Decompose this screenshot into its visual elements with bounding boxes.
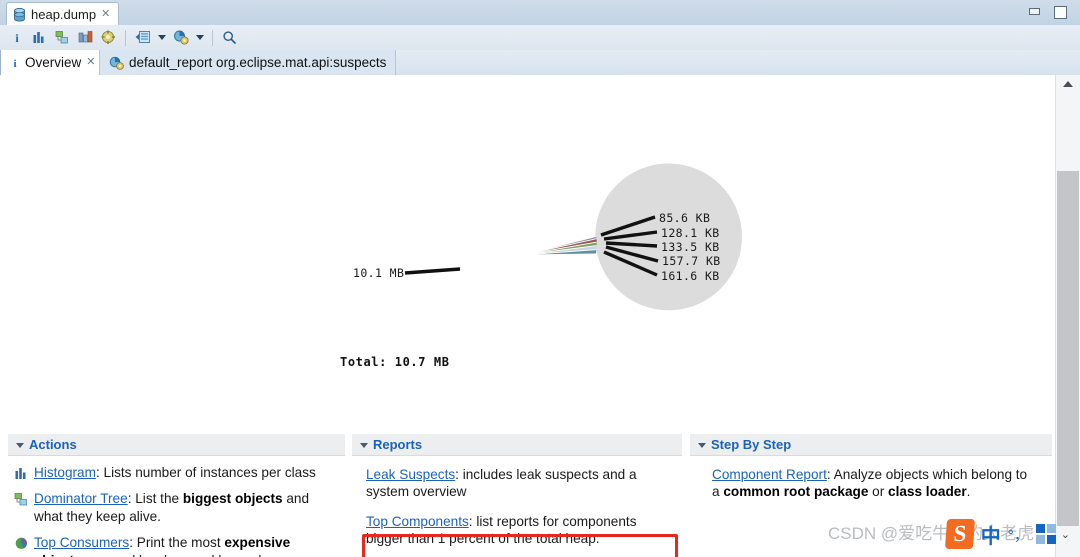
tab-default-report-label: default_report org.eclipse.mat.api:suspe… [129, 55, 387, 70]
list-item-desc-a: : Print the most [129, 535, 225, 551]
run-report-dropdown-icon[interactable] [193, 27, 206, 48]
scrollbar-thumb[interactable] [1057, 171, 1079, 526]
close-icon[interactable]: ✕ [101, 9, 110, 20]
panel-reports: Reports Leak Suspects: includes leak sus… [352, 434, 682, 557]
ime-mode-chinese[interactable]: 中 [981, 520, 1001, 549]
panel-actions-title: Actions [29, 437, 77, 452]
pie-label-1: 85.6 KB [659, 211, 710, 225]
open-query-browser-icon[interactable] [132, 27, 153, 48]
window-tab-label: heap.dump [31, 7, 97, 22]
list-item-text: Top Components: list reports for compone… [366, 513, 676, 548]
list-item[interactable]: Top Consumers: Print the most expensive … [14, 534, 339, 557]
histogram-icon[interactable] [29, 27, 50, 48]
minimize-button[interactable] [1026, 4, 1043, 19]
panel-step-by-step-body: Component Report: Analyze objects which … [690, 456, 1052, 501]
list-item-desc: : Lists number of instances per class [95, 465, 316, 480]
link-leak-suspects[interactable]: Leak Suspects [366, 467, 455, 482]
info-icon[interactable]: i [6, 27, 27, 48]
pie-label-3: 133.5 KB [661, 240, 720, 254]
duplicate-classes-icon[interactable] [98, 27, 119, 48]
maximize-button[interactable] [1051, 4, 1068, 19]
chevron-down-icon[interactable] [16, 443, 24, 448]
link-histogram[interactable]: Histogram [34, 465, 96, 480]
link-component-report[interactable]: Component Report [712, 467, 827, 482]
list-item-desc-bold: biggest objects [182, 491, 283, 507]
ime-punctuation-toggle[interactable]: °， [1008, 524, 1029, 545]
top-consumers-icon[interactable] [75, 27, 96, 48]
pie-label-4: 157.7 KB [662, 254, 721, 268]
link-top-consumers[interactable]: Top Consumers [34, 535, 129, 550]
list-item-desc-bold-b: class loader [888, 484, 967, 500]
top-consumers-icon [14, 536, 29, 551]
toolbar-separator-2 [212, 29, 213, 46]
dominator-tree-icon[interactable] [52, 27, 73, 48]
search-icon[interactable] [219, 27, 240, 48]
panel-step-by-step-title: Step By Step [711, 437, 792, 452]
list-item-desc-b: or [868, 484, 889, 500]
chevron-down-icon[interactable] [698, 443, 706, 448]
tab-default-report[interactable]: default_report org.eclipse.mat.api:suspe… [99, 50, 397, 75]
list-item-text: Top Consumers: Print the most expensive … [34, 534, 339, 557]
scroll-up-arrow-icon[interactable] [1056, 75, 1079, 93]
tab-overview-close-icon[interactable]: ✕ [86, 57, 95, 68]
heap-pie-chart: 10.1 MB 85.6 KB 128.1 KB 133.5 KB 157.7 … [0, 75, 1056, 369]
editor-tab-row: i Overview ✕ default_report org.eclipse.… [0, 50, 1080, 76]
main-toolbar: i [0, 25, 1080, 51]
sogou-logo-icon[interactable]: S [944, 519, 975, 549]
list-item[interactable]: Dominator Tree: List the biggest objects… [14, 490, 339, 525]
eclipse-mat-window: heap.dump ✕ i i Overview ✕ default_repor… [0, 0, 1080, 557]
list-item-text: Histogram: Lists number of instances per… [34, 464, 316, 481]
list-item-text: Dominator Tree: List the biggest objects… [34, 490, 339, 525]
toolbar-separator-1 [125, 29, 126, 46]
panel-step-by-step-header[interactable]: Step By Step [690, 434, 1052, 456]
panel-reports-title: Reports [373, 437, 423, 452]
list-item[interactable]: Top Components: list reports for compone… [366, 513, 676, 548]
list-item-text: Component Report: Analyze objects which … [712, 466, 1038, 501]
pie-label-main: 10.1 MB [353, 266, 404, 280]
heap-dump-icon [14, 7, 25, 21]
chevron-down-icon[interactable] [360, 443, 368, 448]
query-browser-dropdown-icon[interactable] [155, 27, 168, 48]
list-item-desc-bold-a: common root package [723, 484, 869, 500]
panel-actions: Actions Histogram: Lists number of insta… [8, 434, 345, 557]
link-dominator-tree[interactable]: Dominator Tree [34, 491, 128, 506]
svg-text:i: i [15, 31, 19, 45]
link-top-components[interactable]: Top Components [366, 514, 469, 529]
pie-label-2: 128.1 KB [661, 226, 720, 240]
list-item-desc-c: . [966, 484, 971, 500]
pie-chart-svg: 10.1 MB 85.6 KB 128.1 KB 133.5 KB 157.7 … [353, 163, 742, 311]
ime-toolbox-icon[interactable] [1035, 524, 1056, 544]
pie-label-5: 161.6 KB [661, 269, 720, 283]
list-item[interactable]: Leak Suspects: includes leak suspects an… [366, 466, 676, 501]
run-report-icon[interactable] [170, 27, 191, 48]
panel-step-by-step: Step By Step Component Report: Analyze o… [690, 434, 1052, 510]
info-icon: i [13, 58, 16, 69]
overview-content: 10.1 MB 85.6 KB 128.1 KB 133.5 KB 157.7 … [0, 75, 1056, 557]
tab-overview-label: Overview [25, 55, 82, 70]
vertical-scrollbar[interactable] [1055, 75, 1080, 557]
window-titlebar: heap.dump ✕ [0, 0, 1080, 26]
svg-text:i: i [13, 58, 16, 69]
window-document-tab[interactable]: heap.dump ✕ [6, 2, 120, 26]
tab-overview[interactable]: i Overview ✕ [0, 50, 106, 76]
histogram-icon [14, 466, 29, 481]
list-item-desc-b: grouped by class and by package. [82, 553, 291, 557]
list-item[interactable]: Histogram: Lists number of instances per… [14, 464, 339, 481]
panel-reports-body: Leak Suspects: includes leak suspects an… [352, 456, 682, 548]
sogou-ime-toolbar[interactable]: S 中 °， ⌄ [940, 513, 1076, 555]
list-item[interactable]: Component Report: Analyze objects which … [712, 466, 1038, 501]
panel-reports-header[interactable]: Reports [352, 434, 682, 456]
report-icon [109, 56, 124, 70]
list-item-text: Leak Suspects: includes leak suspects an… [366, 466, 676, 501]
panel-actions-body: Histogram: Lists number of instances per… [8, 456, 345, 557]
dominator-tree-icon [14, 492, 29, 507]
list-item-desc-a: : List the [127, 491, 183, 507]
panel-actions-header[interactable]: Actions [8, 434, 345, 456]
ime-expand-caret-icon[interactable]: ⌄ [1061, 528, 1070, 541]
